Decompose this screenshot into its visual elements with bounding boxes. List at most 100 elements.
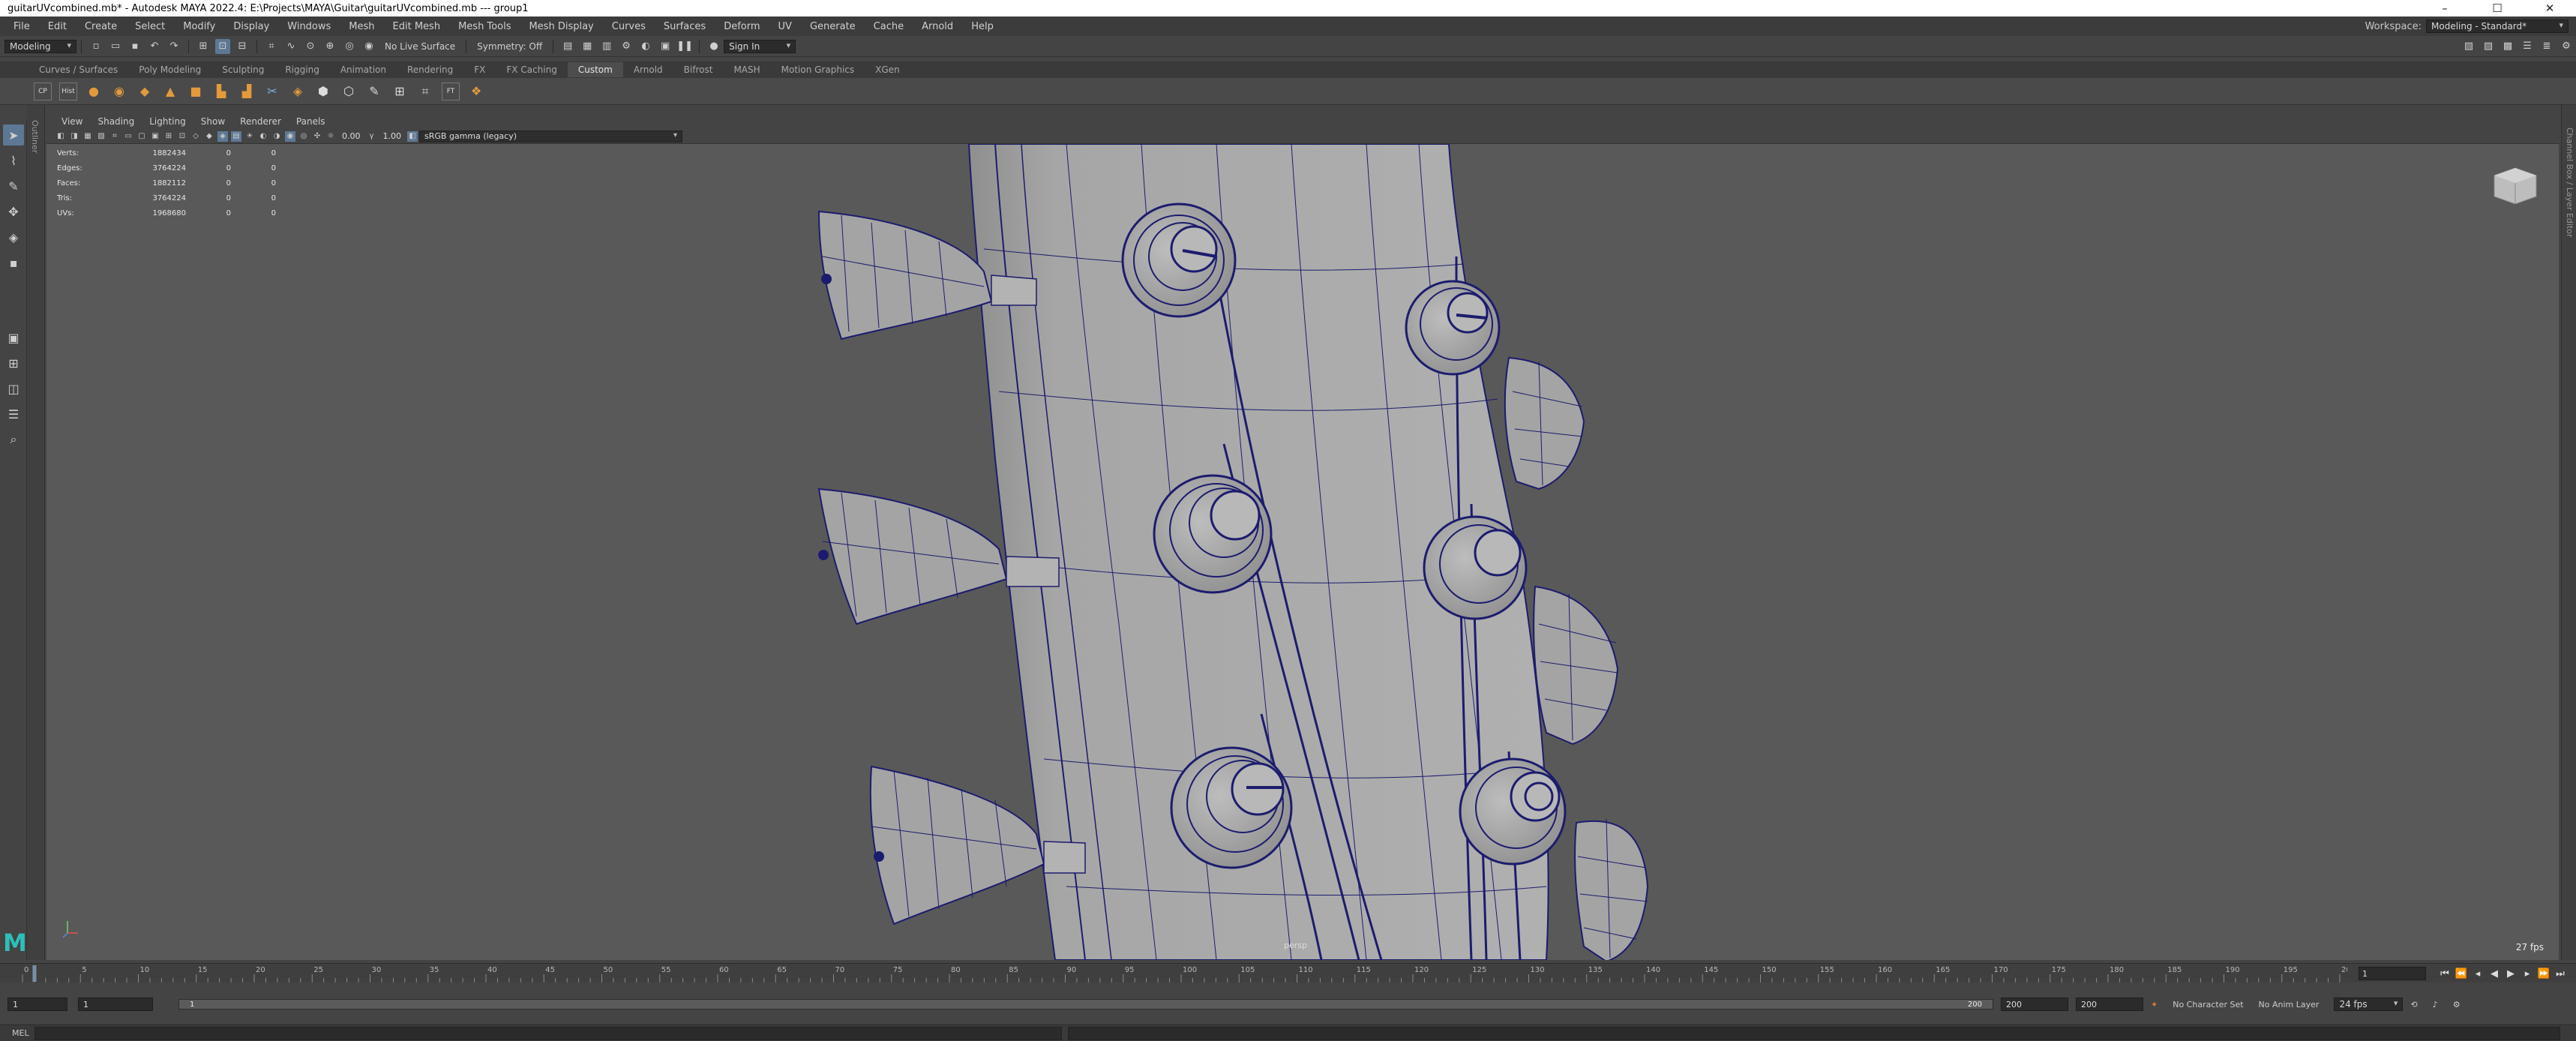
close-button[interactable]: ✕ — [2524, 2, 2576, 15]
delete-history-button[interactable]: Hist — [59, 82, 77, 100]
exposure-icon[interactable]: ☼ — [325, 131, 336, 142]
menu-mesh-display[interactable]: Mesh Display — [520, 21, 602, 32]
workspace-dropdown[interactable]: Modeling - Standard* — [2426, 20, 2569, 33]
shelf-tab-fx[interactable]: FX — [463, 62, 496, 77]
panel-menu-shading[interactable]: Shading — [90, 116, 142, 127]
maximize-button[interactable]: ☐ — [2471, 2, 2524, 15]
menu-create[interactable]: Create — [76, 21, 126, 32]
render-settings-icon[interactable]: ⚙ — [619, 39, 634, 54]
play-backwards-icon[interactable]: ◀ — [2486, 968, 2503, 980]
redo-icon[interactable]: ↷ — [166, 39, 181, 54]
outliner-layout-icon[interactable]: ☰ — [3, 404, 24, 424]
panel-menu-show[interactable]: Show — [193, 116, 232, 127]
isolate-select-icon[interactable]: ◉ — [285, 130, 295, 142]
toggle-modeling-toolkit-icon[interactable]: ▧ — [2461, 39, 2476, 54]
move-tool-icon[interactable]: ✥ — [3, 201, 24, 222]
panel-menu-view[interactable]: View — [54, 116, 90, 127]
arnold-render-icon[interactable]: ▣ — [658, 39, 673, 54]
lasso-tool-icon[interactable]: ⌇ — [3, 150, 24, 171]
loop-icon[interactable]: ⟲ — [2410, 1000, 2417, 1010]
anim-layer-label[interactable]: No Anim Layer — [2259, 1000, 2320, 1010]
single-perspective-layout-icon[interactable]: ▣ — [3, 327, 24, 348]
menu-arnold[interactable]: Arnold — [913, 21, 962, 32]
shelf-tab-arnold[interactable]: Arnold — [623, 62, 673, 77]
menu-generate[interactable]: Generate — [801, 21, 865, 32]
shelf-tab-sculpting[interactable]: Sculpting — [211, 62, 274, 77]
time-slider-ticks[interactable]: 0 5 10 15 20 25 30 35 40 45 50 55 60 65 70 75 80 85 90 95 10… — [15, 964, 2347, 983]
view-cube-icon[interactable] — [2491, 165, 2539, 204]
wireframe-icon[interactable]: ◇ — [190, 131, 201, 142]
current-frame-field[interactable]: 1 — [2359, 967, 2426, 980]
shelf-tab-mash[interactable]: MASH — [723, 62, 770, 77]
separate-icon[interactable]: ⬡ — [340, 82, 358, 100]
toggle-tool-settings-icon[interactable]: ▩ — [2500, 39, 2515, 54]
menu-help[interactable]: Help — [962, 21, 1003, 32]
frame-rate-dropdown[interactable]: 24 fps — [2334, 998, 2404, 1011]
render-view-icon[interactable]: ▤ — [560, 39, 575, 54]
toggle-channel-box-icon[interactable]: ☰ — [2520, 39, 2535, 54]
play-forwards-icon[interactable]: ▶ — [2503, 968, 2519, 980]
color-management-icon[interactable]: ◧ — [407, 130, 418, 142]
range-slider[interactable]: 1 200 — [178, 999, 1993, 1010]
snap-point-icon[interactable]: ⊙ — [303, 39, 318, 54]
image-plane-icon[interactable]: ▧ — [96, 131, 106, 142]
poly-cube-icon[interactable]: ▲ — [161, 82, 179, 100]
bookmark-icon[interactable]: ▦ — [82, 131, 93, 142]
toggle-attribute-editor-icon[interactable]: ▨ — [2481, 39, 2496, 54]
animation-end-field[interactable]: 200 — [2076, 998, 2143, 1011]
select-tool-icon[interactable]: ➤ — [3, 124, 24, 146]
live-surface-label[interactable]: No Live Surface — [385, 41, 455, 52]
poly-sphere-icon[interactable]: ● — [85, 82, 103, 100]
toggle-outliner-icon[interactable]: ≣ — [2539, 39, 2554, 54]
extrude-icon[interactable]: ▙ — [212, 82, 230, 100]
poly-pipe-icon[interactable]: ■ — [187, 82, 205, 100]
render-frame-icon[interactable]: ▦ — [580, 39, 595, 54]
wireframe-on-shaded-icon[interactable]: ◈ — [217, 130, 228, 142]
snap-grid-icon[interactable]: ⌗ — [264, 39, 279, 54]
gamma-value[interactable]: 1.00 — [383, 131, 402, 141]
grid-toggle-icon[interactable]: ⌗ — [109, 131, 120, 142]
command-language-label[interactable]: MEL — [0, 1028, 34, 1038]
snap-live-icon[interactable]: ◉ — [361, 39, 376, 54]
select-object-icon[interactable]: ⊡ — [215, 38, 230, 54]
guitar-headstock-mesh[interactable] — [46, 144, 2559, 960]
xray-icon[interactable]: ◎ — [298, 131, 309, 142]
shelf-tab-animation[interactable]: Animation — [330, 62, 397, 77]
viewport-panel[interactable]: View Shading Lighting Show Renderer Pane… — [46, 114, 2559, 960]
menu-mesh[interactable]: Mesh — [340, 21, 383, 32]
workspace-settings-icon[interactable]: ⚙ — [2559, 39, 2574, 54]
search-icon[interactable]: ⌕ — [3, 429, 24, 450]
lights-icon[interactable]: ☀ — [244, 131, 255, 142]
textured-icon[interactable]: ▤ — [231, 130, 241, 142]
camera-attributes-icon[interactable]: ◨ — [69, 131, 79, 142]
freeze-transform-icon[interactable]: FT — [442, 82, 460, 100]
uv-editor-icon[interactable]: ⌗ — [416, 82, 434, 100]
animation-start-field[interactable]: 1 — [7, 998, 67, 1011]
menu-modify[interactable]: Modify — [174, 21, 224, 32]
step-back-frame-icon[interactable]: ◂ — [2470, 968, 2486, 980]
resolution-gate-icon[interactable]: ▢ — [136, 131, 147, 142]
shelf-tab-poly-modeling[interactable]: Poly Modeling — [128, 62, 211, 77]
custom-script-icon[interactable]: ❖ — [467, 82, 485, 100]
field-chart-icon[interactable]: ⊞ — [163, 131, 174, 142]
step-forward-frame-icon[interactable]: ▸ — [2519, 968, 2536, 980]
menu-select[interactable]: Select — [126, 21, 174, 32]
exposure-value[interactable]: 0.00 — [342, 131, 361, 141]
time-slider[interactable]: 0 5 10 15 20 25 30 35 40 45 50 55 60 65 70 75 80 85 90 95 10… — [0, 963, 2576, 982]
go-to-start-icon[interactable]: ⏮ — [2437, 968, 2453, 980]
poly-cylinder-icon[interactable]: ◉ — [110, 82, 128, 100]
paint-select-icon[interactable]: ✎ — [3, 176, 24, 196]
grid-icon[interactable]: ⊞ — [391, 82, 409, 100]
character-set-label[interactable]: No Character Set — [2173, 1000, 2243, 1010]
outliner-tab[interactable]: Outliner — [27, 105, 45, 960]
bridge-icon[interactable]: ▟ — [238, 82, 256, 100]
panel-menu-lighting[interactable]: Lighting — [142, 116, 193, 127]
open-scene-icon[interactable]: ▭ — [108, 39, 123, 54]
scale-tool-icon[interactable]: ▪ — [3, 252, 24, 273]
smooth-shade-icon[interactable]: ◆ — [204, 131, 214, 142]
shelf-tab-curves-surfaces[interactable]: Curves / Surfaces — [28, 62, 128, 77]
gate-mask-icon[interactable]: ▣ — [150, 131, 160, 142]
playback-end-field[interactable]: 200 — [2001, 998, 2068, 1011]
shelf-tab-motion-graphics[interactable]: Motion Graphics — [771, 62, 865, 77]
shelf-tab-custom[interactable]: Custom — [567, 62, 623, 77]
